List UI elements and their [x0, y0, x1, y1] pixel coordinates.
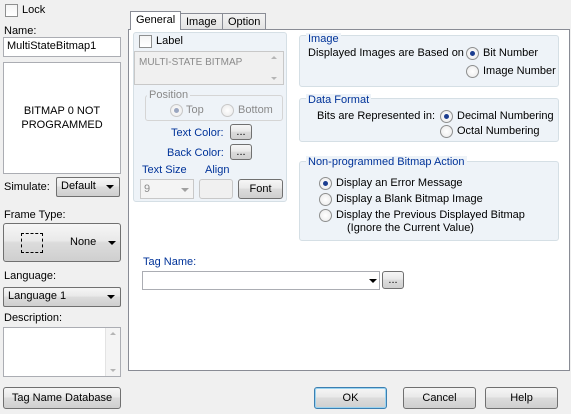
frame-type-select[interactable]: None	[3, 223, 121, 262]
tag-name-label: Tag Name:	[143, 256, 197, 268]
tag-name-database-button[interactable]: Tag Name Database	[3, 387, 121, 409]
frame-type-label: Frame Type:	[4, 209, 66, 221]
tab-image[interactable]: Image	[180, 13, 223, 29]
cancel-button[interactable]: Cancel	[403, 387, 476, 409]
tab-general[interactable]: General	[130, 11, 182, 30]
np-error-label: Display an Error Message	[336, 177, 463, 189]
description-label: Description:	[4, 312, 63, 324]
chevron-down-icon	[106, 185, 114, 189]
image-group-title: Image	[306, 33, 341, 45]
language-select[interactable]: Language 1	[3, 287, 121, 307]
help-button[interactable]: Help	[485, 387, 558, 409]
np-error-radio[interactable]	[319, 177, 332, 190]
back-color-label: Back Color:	[167, 147, 224, 159]
text-size-label: Text Size	[142, 164, 187, 176]
text-color-button[interactable]: ...	[230, 124, 252, 140]
octal-label: Octal Numbering	[457, 125, 540, 137]
np-blank-label: Display a Blank Bitmap Image	[336, 193, 483, 205]
position-bottom-label: Bottom	[238, 104, 273, 116]
tag-name-input[interactable]	[142, 271, 380, 290]
tab-option[interactable]: Option	[222, 13, 267, 29]
position-title: Position	[147, 89, 191, 101]
image-based-label: Displayed Images are Based on	[308, 47, 464, 59]
frame-icon	[21, 233, 43, 253]
text-color-label: Text Color:	[171, 127, 224, 139]
simulate-select[interactable]: Default	[56, 177, 120, 197]
chevron-down-icon[interactable]	[369, 279, 377, 283]
image-bit-number-label: Bit Number	[483, 47, 539, 59]
position-top-label: Top	[186, 104, 204, 116]
description-scrollbar[interactable]	[105, 328, 120, 376]
bitmap-preview: BITMAP 0 NOT PROGRAMMED	[3, 62, 121, 174]
np-blank-radio[interactable]	[319, 193, 332, 206]
position-bottom-radio[interactable]	[221, 104, 234, 117]
decimal-label: Decimal Numbering	[457, 110, 554, 122]
frame-type-value: None	[70, 236, 97, 248]
name-input[interactable]: MultiStateBitmap1	[3, 37, 121, 57]
label-checkbox-label: Label	[156, 35, 183, 47]
scroll-up-icon[interactable]	[271, 56, 277, 59]
general-tab-panel: Label MULTI-STATE BITMAP Position Top Bo…	[128, 29, 570, 371]
language-label: Language:	[4, 270, 56, 282]
ok-button[interactable]: OK	[314, 387, 387, 409]
back-color-button[interactable]: ...	[230, 144, 252, 160]
image-number-radio[interactable]	[466, 65, 479, 78]
lock-checkbox[interactable]	[5, 4, 18, 17]
chevron-down-icon	[108, 241, 116, 245]
chevron-down-icon	[107, 295, 115, 299]
lock-label: Lock	[22, 4, 46, 16]
font-button[interactable]: Font	[238, 179, 283, 199]
simulate-value: Default	[61, 180, 96, 192]
non-programmed-title: Non-programmed Bitmap Action	[306, 156, 467, 168]
language-value: Language 1	[8, 290, 67, 302]
scroll-up-icon[interactable]	[110, 332, 116, 335]
preview-text: BITMAP 0 NOT PROGRAMMED	[21, 105, 103, 131]
decimal-radio[interactable]	[440, 110, 453, 123]
scroll-down-icon[interactable]	[271, 77, 277, 80]
name-label: Name:	[4, 25, 37, 37]
position-top-radio[interactable]	[170, 104, 183, 117]
label-text-box[interactable]: MULTI-STATE BITMAP	[134, 51, 284, 85]
scroll-down-icon[interactable]	[110, 369, 116, 372]
np-previous-radio[interactable]	[319, 209, 332, 222]
align-label: Align	[205, 164, 230, 176]
data-format-title: Data Format	[306, 94, 372, 106]
np-previous-sublabel: (Ignore the Current Value)	[347, 222, 474, 234]
text-size-select[interactable]: 9	[140, 179, 194, 199]
label-checkbox[interactable]	[139, 35, 152, 48]
label-text-value: MULTI-STATE BITMAP	[139, 57, 243, 68]
simulate-label: Simulate:	[4, 181, 50, 193]
bits-represented-label: Bits are Represented in:	[317, 110, 436, 122]
octal-radio[interactable]	[440, 125, 453, 138]
text-size-value: 9	[144, 183, 151, 195]
image-bit-number-radio[interactable]	[466, 47, 479, 60]
description-textarea[interactable]	[3, 327, 121, 377]
image-number-label: Image Number	[483, 65, 556, 77]
chevron-down-icon	[181, 188, 189, 192]
np-previous-label: Display the Previous Displayed Bitmap	[336, 209, 525, 221]
tag-name-browse-button[interactable]: ...	[382, 271, 404, 289]
align-button[interactable]	[199, 179, 233, 199]
